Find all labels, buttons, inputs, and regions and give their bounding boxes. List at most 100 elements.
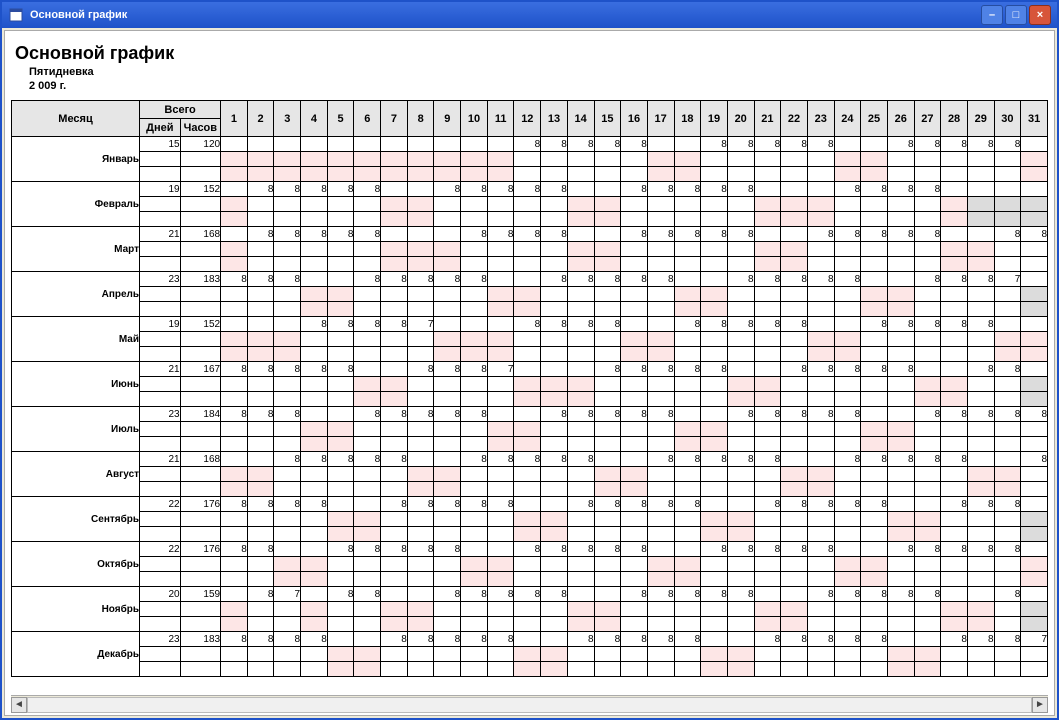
cell-9-23[interactable]: 8 xyxy=(807,497,834,512)
cell-11-17-r3[interactable] xyxy=(647,617,674,632)
cell-5-12[interactable]: 8 xyxy=(514,317,541,332)
cell-3-28[interactable] xyxy=(941,227,968,242)
cell-10-13-r2[interactable] xyxy=(541,557,568,572)
cell-2-17[interactable]: 8 xyxy=(647,182,674,197)
cell-6-4-r2[interactable] xyxy=(301,377,328,392)
cell-11-1[interactable] xyxy=(221,587,248,602)
cell-6-30-r2[interactable] xyxy=(994,377,1021,392)
cell-8-31-r2[interactable] xyxy=(1021,467,1048,482)
cell-10-27-r3[interactable] xyxy=(914,572,941,587)
cell-12-23[interactable]: 8 xyxy=(807,632,834,647)
cell-6-1-r3[interactable] xyxy=(221,392,248,407)
cell-5-4[interactable]: 8 xyxy=(301,317,328,332)
cell-9-22-r3[interactable] xyxy=(781,527,808,542)
cell-12-25-r3[interactable] xyxy=(861,662,888,677)
cell-1-12[interactable]: 8 xyxy=(514,137,541,152)
cell-8-26[interactable]: 8 xyxy=(887,452,914,467)
cell-11-31-r2[interactable] xyxy=(1021,602,1048,617)
scroll-right-button[interactable]: ► xyxy=(1032,697,1048,713)
cell-7-12-r2[interactable] xyxy=(514,422,541,437)
cell-12-22[interactable]: 8 xyxy=(781,632,808,647)
cell-4-27[interactable]: 8 xyxy=(914,272,941,287)
cell-4-22-r2[interactable] xyxy=(781,287,808,302)
cell-5-8-r2[interactable] xyxy=(407,332,434,347)
cell-6-7[interactable] xyxy=(381,362,408,377)
cell-11-5-r2[interactable] xyxy=(327,602,354,617)
cell-5-30-r3[interactable] xyxy=(994,347,1021,362)
cell-7-9[interactable]: 8 xyxy=(434,407,461,422)
cell-9-31-r3[interactable] xyxy=(1021,527,1048,542)
cell-12-30-r3[interactable] xyxy=(994,662,1021,677)
cell-10-3-r3[interactable] xyxy=(274,572,301,587)
cell-2-5-r3[interactable] xyxy=(327,212,354,227)
cell-4-30-r3[interactable] xyxy=(994,302,1021,317)
cell-1-25-r2[interactable] xyxy=(861,152,888,167)
cell-4-21[interactable]: 8 xyxy=(754,272,781,287)
cell-7-13[interactable]: 8 xyxy=(541,407,568,422)
cell-3-4-r3[interactable] xyxy=(301,257,328,272)
cell-6-23-r3[interactable] xyxy=(807,392,834,407)
cell-3-27-r2[interactable] xyxy=(914,242,941,257)
cell-3-13-r2[interactable] xyxy=(541,242,568,257)
cell-2-9-r3[interactable] xyxy=(434,212,461,227)
cell-1-16-r2[interactable] xyxy=(621,152,648,167)
cell-2-6[interactable]: 8 xyxy=(354,182,381,197)
cell-8-2-r2[interactable] xyxy=(247,467,274,482)
cell-11-30-r2[interactable] xyxy=(994,602,1021,617)
cell-12-16-r2[interactable] xyxy=(621,647,648,662)
cell-5-24[interactable] xyxy=(834,317,861,332)
cell-9-3-r3[interactable] xyxy=(274,527,301,542)
cell-3-19[interactable]: 8 xyxy=(701,227,728,242)
cell-2-9[interactable]: 8 xyxy=(434,182,461,197)
cell-3-28-r3[interactable] xyxy=(941,257,968,272)
cell-1-24[interactable] xyxy=(834,137,861,152)
cell-9-26-r2[interactable] xyxy=(887,512,914,527)
cell-10-9-r2[interactable] xyxy=(434,557,461,572)
cell-7-7[interactable]: 8 xyxy=(381,407,408,422)
cell-12-25[interactable]: 8 xyxy=(861,632,888,647)
cell-7-16[interactable]: 8 xyxy=(621,407,648,422)
cell-11-17[interactable]: 8 xyxy=(647,587,674,602)
cell-4-19-r2[interactable] xyxy=(701,287,728,302)
cell-11-15-r2[interactable] xyxy=(594,602,621,617)
cell-11-20-r2[interactable] xyxy=(727,602,754,617)
cell-5-13[interactable]: 8 xyxy=(541,317,568,332)
cell-9-19[interactable] xyxy=(701,497,728,512)
cell-5-18[interactable]: 8 xyxy=(674,317,701,332)
scroll-track[interactable] xyxy=(27,697,1032,713)
cell-5-18-r2[interactable] xyxy=(674,332,701,347)
cell-7-10-r2[interactable] xyxy=(461,422,488,437)
cell-11-20-r3[interactable] xyxy=(727,617,754,632)
cell-4-11-r2[interactable] xyxy=(487,287,514,302)
cell-3-26-r3[interactable] xyxy=(887,257,914,272)
cell-8-19-r2[interactable] xyxy=(701,467,728,482)
cell-12-15-r3[interactable] xyxy=(594,662,621,677)
scroll-left-button[interactable]: ◄ xyxy=(11,697,27,713)
cell-1-3[interactable] xyxy=(274,137,301,152)
cell-1-8[interactable] xyxy=(407,137,434,152)
cell-2-1[interactable] xyxy=(221,182,248,197)
cell-12-12[interactable] xyxy=(514,632,541,647)
cell-2-18-r3[interactable] xyxy=(674,212,701,227)
cell-4-6[interactable]: 8 xyxy=(354,272,381,287)
cell-8-11-r2[interactable] xyxy=(487,467,514,482)
cell-6-25-r2[interactable] xyxy=(861,377,888,392)
cell-3-7-r2[interactable] xyxy=(381,242,408,257)
cell-6-22-r2[interactable] xyxy=(781,377,808,392)
cell-3-2[interactable]: 8 xyxy=(247,227,274,242)
cell-9-26-r3[interactable] xyxy=(887,527,914,542)
cell-2-27-r2[interactable] xyxy=(914,197,941,212)
cell-1-29[interactable]: 8 xyxy=(967,137,994,152)
cell-1-26-r3[interactable] xyxy=(887,167,914,182)
cell-2-22-r2[interactable] xyxy=(781,197,808,212)
cell-5-20-r3[interactable] xyxy=(727,347,754,362)
cell-2-22-r3[interactable] xyxy=(781,212,808,227)
cell-9-12-r2[interactable] xyxy=(514,512,541,527)
cell-5-14-r2[interactable] xyxy=(567,332,594,347)
cell-12-14[interactable]: 8 xyxy=(567,632,594,647)
cell-11-8[interactable] xyxy=(407,587,434,602)
cell-11-3[interactable]: 7 xyxy=(274,587,301,602)
cell-4-21-r2[interactable] xyxy=(754,287,781,302)
cell-4-31-r3[interactable] xyxy=(1021,302,1048,317)
cell-5-17[interactable] xyxy=(647,317,674,332)
